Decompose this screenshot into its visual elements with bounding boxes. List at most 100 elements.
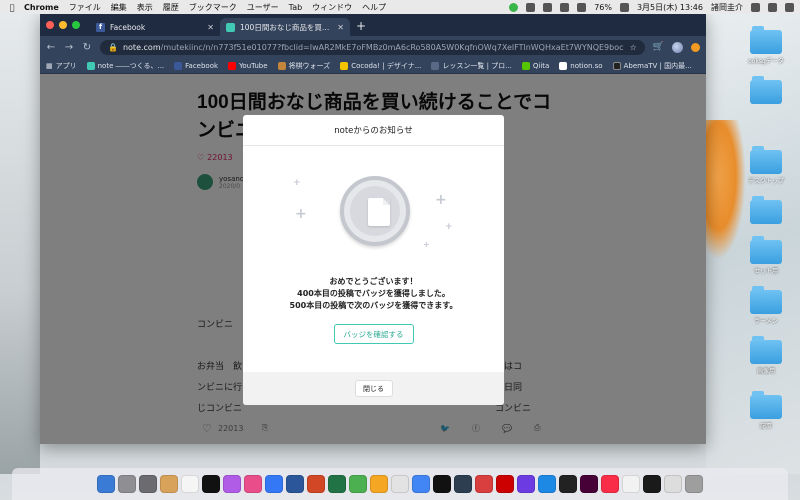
menu-view[interactable]: 表示 xyxy=(137,2,153,13)
menu-users[interactable]: ユーザー xyxy=(247,2,279,13)
dock-app-icon[interactable] xyxy=(580,475,598,493)
dock-app-icon[interactable] xyxy=(328,475,346,493)
dock-app-icon[interactable] xyxy=(139,475,157,493)
bookmark-youtube[interactable]: YouTube xyxy=(228,61,268,70)
forward-arrow-icon[interactable]: → xyxy=(64,42,74,53)
cart-extension-icon[interactable]: 🛒 xyxy=(653,42,664,52)
line-icon[interactable] xyxy=(509,2,519,12)
bookmark-label: Cocoda! | デザイナ... xyxy=(351,61,422,70)
menubar-clock[interactable]: 3月5日(木) 13:46 xyxy=(637,2,703,13)
dock-app-icon[interactable] xyxy=(643,475,661,493)
dock-app-icon[interactable] xyxy=(475,475,493,493)
bookmark-lessons[interactable]: レッスン一覧 | プロ... xyxy=(431,61,512,71)
spotlight-icon[interactable] xyxy=(751,2,760,12)
bookmark-notion[interactable]: notion.so xyxy=(559,61,603,70)
notion-icon xyxy=(559,61,568,70)
reload-icon[interactable]: ↻ xyxy=(82,42,92,53)
badge-medal-icon xyxy=(340,176,410,246)
dock-app-icon[interactable] xyxy=(559,475,577,493)
profile-avatar[interactable] xyxy=(672,41,683,53)
siri-icon[interactable] xyxy=(768,2,777,12)
bluetooth-icon[interactable] xyxy=(560,2,570,12)
badge-earned-text: 400本目の投稿でバッジを獲得しました。 xyxy=(297,289,450,298)
dock-app-icon[interactable] xyxy=(538,475,556,493)
bookmark-shogi-wars[interactable]: 将棋ウォーズ xyxy=(277,61,330,71)
bookmark-label: note ――つくる、... xyxy=(97,61,165,70)
menu-bookmarks[interactable]: ブックマーク xyxy=(189,2,237,13)
bookmark-cocoda[interactable]: Cocoda! | デザイナ... xyxy=(340,61,421,71)
dock-app-icon[interactable] xyxy=(454,475,472,493)
shogi-icon xyxy=(277,61,286,70)
dock-app-icon[interactable] xyxy=(391,475,409,493)
modal-footer: 閉じる xyxy=(243,372,504,405)
dock-app-icon[interactable] xyxy=(307,475,325,493)
menubar-app-name[interactable]: Chrome xyxy=(24,3,59,12)
dock-app-icon[interactable] xyxy=(181,475,199,493)
modal-title: noteからのお知らせ xyxy=(243,115,504,146)
tab-facebook[interactable]: f Facebook ✕ xyxy=(90,18,220,36)
dock-app-icon[interactable] xyxy=(433,475,451,493)
close-tab-icon[interactable]: ✕ xyxy=(207,23,214,32)
dock-app-icon[interactable] xyxy=(685,475,703,493)
extension-icon[interactable] xyxy=(691,42,700,52)
close-tab-icon[interactable]: ✕ xyxy=(337,23,344,32)
dock-app-icon[interactable] xyxy=(118,475,136,493)
view-badge-button[interactable]: バッジを確認する xyxy=(333,324,414,344)
dock-app-icon[interactable] xyxy=(601,475,619,493)
desktop-folder-icon[interactable] xyxy=(750,391,782,419)
dock-app-icon[interactable] xyxy=(664,475,682,493)
bookmark-note[interactable]: note ――つくる、... xyxy=(86,61,165,71)
new-tab-icon[interactable]: + xyxy=(356,18,366,36)
facebook-icon xyxy=(174,61,183,70)
dock-app-icon[interactable] xyxy=(412,475,430,493)
dock-app-icon[interactable] xyxy=(160,475,178,493)
dock-app-icon[interactable] xyxy=(202,475,220,493)
apple-menu-icon[interactable]:  xyxy=(6,3,18,12)
dock-app-icon[interactable] xyxy=(349,475,367,493)
close-button[interactable]: 閉じる xyxy=(354,380,393,397)
tab-note-article[interactable]: 100日間おなじ商品を買い続けることで ✕ xyxy=(220,18,350,36)
address-bar[interactable]: 🔒 note.com/mutekiinc/n/n773f51e01077?fbc… xyxy=(100,39,645,55)
dock-app-icon[interactable] xyxy=(622,475,640,493)
menu-window[interactable]: ウィンドウ xyxy=(312,2,352,13)
minimize-window-button[interactable] xyxy=(59,21,67,29)
desktop-folder-icon[interactable] xyxy=(750,236,782,264)
bookmark-star-icon[interactable]: ☆ xyxy=(630,43,637,52)
close-window-button[interactable] xyxy=(46,21,54,29)
desktop-folder-icon[interactable] xyxy=(750,336,782,364)
menu-tab[interactable]: Tab xyxy=(289,3,303,12)
bookmark-abematv[interactable]: AbemaTV | 国内最... xyxy=(612,61,692,71)
dock-app-icon[interactable] xyxy=(370,475,388,493)
dock xyxy=(12,468,788,500)
menubar-user[interactable]: 諸岡圭介 xyxy=(711,2,743,13)
menu-history[interactable]: 履歴 xyxy=(163,2,179,13)
battery-icon[interactable] xyxy=(619,2,629,12)
dock-app-icon[interactable] xyxy=(496,475,514,493)
bookmark-apps[interactable]: ▦ アプリ xyxy=(46,61,77,71)
status-app-icon[interactable] xyxy=(526,2,536,12)
dock-app-icon[interactable] xyxy=(223,475,241,493)
desktop-folder-label: セット用 xyxy=(753,268,778,275)
back-arrow-icon[interactable]: ← xyxy=(46,42,56,53)
dock-app-icon[interactable] xyxy=(286,475,304,493)
desktop-folder-icon[interactable] xyxy=(750,76,782,104)
control-center-icon[interactable] xyxy=(785,2,794,12)
desktop-folder-icon[interactable] xyxy=(750,26,782,54)
dock-app-icon[interactable] xyxy=(517,475,535,493)
menu-help[interactable]: ヘルプ xyxy=(362,2,386,13)
desktop-folder-icon[interactable] xyxy=(750,286,782,314)
menu-file[interactable]: ファイル xyxy=(69,2,101,13)
fullscreen-window-button[interactable] xyxy=(72,21,80,29)
desktop-folder-icon[interactable] xyxy=(750,146,782,174)
url-path: /mutekiinc/n/n773f51e01077?fbclid=IwAR2M… xyxy=(160,42,624,52)
bookmark-qiita[interactable]: Qiita xyxy=(521,61,549,70)
dock-app-icon[interactable] xyxy=(244,475,262,493)
wifi-icon[interactable] xyxy=(577,2,587,12)
desktop-folder-icon[interactable] xyxy=(750,196,782,224)
dock-app-icon[interactable] xyxy=(265,475,283,493)
input-source-icon[interactable] xyxy=(543,2,553,12)
menu-edit[interactable]: 編集 xyxy=(111,2,127,13)
dock-app-icon[interactable] xyxy=(97,475,115,493)
sparkle-icon: + xyxy=(435,192,447,208)
bookmark-facebook[interactable]: Facebook xyxy=(174,61,218,70)
